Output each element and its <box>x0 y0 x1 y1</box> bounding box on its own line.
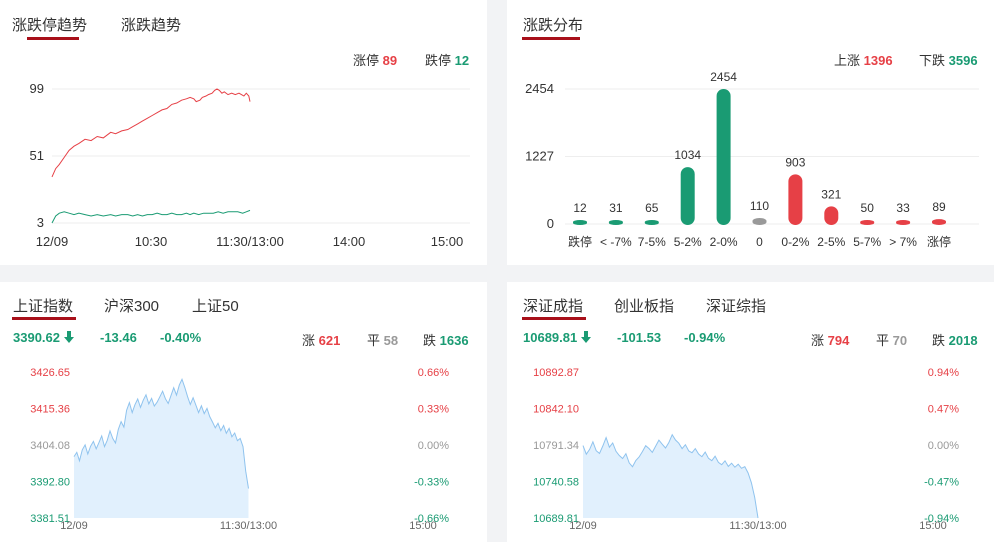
bar-value-label: 33 <box>896 201 910 215</box>
index-area <box>74 379 249 518</box>
x-tick-label: 15:00 <box>919 520 947 532</box>
x-tick-label: 14:00 <box>333 234 366 249</box>
distribution-bar <box>608 220 623 225</box>
limit-trend-chart: 99 51 3 12/09 10:30 11:30/13:00 14:00 15:00 <box>30 81 470 249</box>
x-tick-label: 12/09 <box>569 520 597 532</box>
rise-fall-distribution-panel: 涨跌分布 上涨 1396 下跌 3596 2454 1227 0 12 跌停 31 < -7… <box>507 0 994 265</box>
y-price-label: 10842.10 <box>533 404 579 416</box>
x-tick-label: 11:30/13:00 <box>220 520 277 532</box>
bar-value-label: 321 <box>821 187 841 201</box>
distribution-bar <box>860 220 875 225</box>
y-price-label: 3415.36 <box>30 404 70 416</box>
x-category-label: 2-5% <box>817 235 845 249</box>
x-category-label: 涨停 <box>927 234 951 249</box>
x-category-label: 2-0% <box>710 235 738 249</box>
distribution-bar <box>680 167 695 225</box>
y-price-label: 3426.65 <box>30 367 70 379</box>
y-tick-label: 99 <box>30 81 44 96</box>
distribution-bar <box>752 217 767 225</box>
distribution-chart: 2454 1227 0 12 跌停 31 < -7% 65 7-5% 1034 5-2% 2454 2-… <box>525 70 979 249</box>
y-pct-label: 0.33% <box>418 404 449 416</box>
y-price-label: 3392.80 <box>30 477 70 489</box>
distribution-bar <box>716 89 731 225</box>
bar-value-label: 12 <box>573 201 587 215</box>
bar-value-label: 903 <box>785 155 805 169</box>
bar-value-label: 65 <box>645 201 659 215</box>
x-category-label: > 7% <box>889 235 917 249</box>
x-tick-label: 15:00 <box>409 520 437 532</box>
y-tick-label: 51 <box>30 148 44 163</box>
bar-value-label: 1034 <box>674 148 701 162</box>
x-category-label: 0-2% <box>781 235 809 249</box>
distribution-bar <box>932 219 946 225</box>
x-tick-label: 11:30/13:00 <box>216 234 284 249</box>
bar-value-label: 89 <box>932 200 946 214</box>
distribution-bar <box>824 206 839 225</box>
y-pct-label: 0.94% <box>928 367 959 379</box>
y-tick-label: 0 <box>547 216 554 231</box>
bar-value-label: 50 <box>861 201 875 215</box>
y-price-label: 3404.08 <box>30 440 70 452</box>
sh-index-chart: 3426.65 0.66% 3415.36 0.33% 3404.08 0.00% 3392… <box>30 367 449 532</box>
x-category-label: < -7% <box>600 235 632 249</box>
y-tick-label: 1227 <box>525 149 554 164</box>
y-pct-label: 0.66% <box>418 367 449 379</box>
bar-value-label: 2454 <box>710 70 737 84</box>
y-pct-label: -0.47% <box>924 477 959 489</box>
limit-down-line <box>51 209 251 224</box>
y-tick-label: 3 <box>37 215 44 230</box>
x-tick-label: 12/09 <box>36 234 69 249</box>
sz-index-chart: 10892.87 0.94% 10842.10 0.47% 10791.34 0.00% 1… <box>533 367 959 532</box>
distribution-bar <box>644 220 659 225</box>
y-pct-label: 0.00% <box>928 440 959 452</box>
y-price-label: 10791.34 <box>533 440 579 452</box>
limit-up-line <box>51 88 251 178</box>
y-price-label: 10740.58 <box>533 477 579 489</box>
x-tick-label: 11:30/13:00 <box>729 520 786 532</box>
distribution-bar <box>573 220 587 225</box>
x-category-label: 7-5% <box>638 235 666 249</box>
y-price-label: 10892.87 <box>533 367 579 379</box>
bar-value-label: 110 <box>750 199 769 213</box>
x-tick-label: 15:00 <box>431 234 464 249</box>
limit-trend-panel: 涨跌停趋势 涨跌趋势 涨停 89 跌停 12 99 51 3 12/09 10:30 11… <box>0 0 487 265</box>
x-category-label: 跌停 <box>568 234 592 249</box>
x-category-label: 0 <box>756 235 763 249</box>
sh-index-panel: 上证指数 沪深300 上证50 3390.62 -13.46 -0.40% 涨 … <box>0 282 487 542</box>
x-tick-label: 10:30 <box>135 234 168 249</box>
distribution-bar <box>788 174 803 225</box>
x-category-label: 5-2% <box>674 235 702 249</box>
distribution-bar <box>896 220 911 225</box>
y-pct-label: -0.33% <box>414 477 449 489</box>
bar-value-label: 31 <box>609 201 623 215</box>
x-category-label: 5-7% <box>853 235 881 249</box>
y-pct-label: 0.00% <box>418 440 449 452</box>
y-pct-label: 0.47% <box>928 404 959 416</box>
x-tick-label: 12/09 <box>60 520 88 532</box>
y-tick-label: 2454 <box>525 81 554 96</box>
sz-index-panel: 深证成指 创业板指 深证综指 10689.81 -101.53 -0.94% 涨… <box>507 282 994 542</box>
